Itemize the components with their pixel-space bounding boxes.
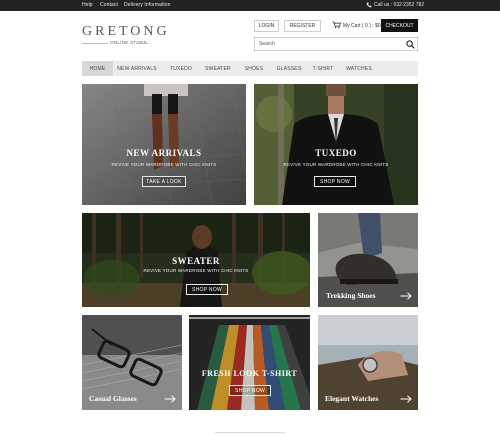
nav-item-watches[interactable]: WATCHES bbox=[342, 61, 376, 76]
elegant-watches-label: Elegant Watches bbox=[325, 394, 379, 403]
take-a-look-button[interactable]: TAKE A LOOK bbox=[142, 176, 186, 187]
search-bar bbox=[254, 37, 418, 51]
tuxedo-shop-now-button[interactable]: SHOP NOW bbox=[314, 176, 356, 187]
t-shirt-shop-now-button[interactable]: SHOP NOW bbox=[229, 385, 271, 396]
new-arrivals-banner[interactable]: NEW ARRIVALS REVIVE YOUR WARDROBE WITH C… bbox=[82, 84, 246, 205]
new-arrivals-subtitle: REVIVE YOUR WARDROBE WITH CHIC KNITS bbox=[111, 162, 217, 167]
help-link[interactable]: Help bbox=[82, 2, 93, 8]
elegant-watches-tile[interactable]: Elegant Watches bbox=[318, 315, 418, 410]
phone-number: Call us : 032 2352 782 bbox=[374, 2, 425, 8]
phone-icon bbox=[366, 2, 372, 8]
logo[interactable]: GRETONG bbox=[82, 24, 170, 40]
arrow-right-icon[interactable] bbox=[164, 395, 176, 403]
search-icon[interactable] bbox=[406, 40, 415, 49]
logo-divider-left bbox=[82, 43, 108, 44]
main-nav: HOME NEW ARRIVALS TUXEDO SWEATER SHOES G… bbox=[82, 61, 418, 76]
fresh-look-t-shirt-banner[interactable]: FRESH LOOK T-SHIRT SHOP NOW bbox=[189, 315, 310, 410]
arrow-right-icon[interactable] bbox=[400, 395, 412, 403]
footer-divider bbox=[215, 432, 285, 433]
cart-summary[interactable]: My Cart ( 0 ) : $0 bbox=[343, 23, 381, 29]
sweater-banner[interactable]: SWEATER REVIVE YOUR WARDROBE WITH CHIC K… bbox=[82, 213, 310, 307]
contact-link[interactable]: Contact bbox=[100, 2, 118, 8]
sweater-subtitle: REVIVE YOUR WARDROBE WITH CHIC KNITS bbox=[143, 268, 249, 273]
nav-item-t-shirt[interactable]: T-SHIRT bbox=[308, 61, 338, 76]
arrow-right-icon[interactable] bbox=[400, 292, 412, 300]
nav-item-new-arrivals[interactable]: NEW ARRIVALS bbox=[116, 61, 158, 76]
delivery-information-link[interactable]: Delivery Information bbox=[124, 2, 170, 8]
nav-item-tuxedo[interactable]: TUXEDO bbox=[166, 61, 196, 76]
trekking-shoes-label: Trekking Shoes bbox=[326, 291, 376, 300]
nav-item-sweater[interactable]: SWEATER bbox=[202, 61, 234, 76]
casual-glasses-label: Casual Glasses bbox=[89, 394, 137, 403]
nav-item-home[interactable]: HOME bbox=[82, 61, 113, 76]
tuxedo-subtitle: REVIVE YOUR WARDROBE WITH CHIC KNITS bbox=[283, 162, 389, 167]
sweater-title: SWEATER bbox=[172, 256, 220, 266]
nav-item-glasses[interactable]: GLASSES bbox=[274, 61, 304, 76]
tuxedo-title: TUXEDO bbox=[315, 148, 357, 158]
top-bar: Help Contact Delivery Information Call u… bbox=[0, 0, 500, 11]
trekking-shoes-tile[interactable]: Trekking Shoes bbox=[318, 213, 418, 307]
login-button[interactable]: LOGIN bbox=[254, 20, 279, 32]
new-arrivals-title: NEW ARRIVALS bbox=[126, 148, 202, 158]
nav-item-shoes[interactable]: SHOES bbox=[240, 61, 268, 76]
sweater-shop-now-button[interactable]: SHOP NOW bbox=[186, 284, 228, 295]
register-button[interactable]: REGISTER bbox=[284, 20, 321, 32]
checkout-button[interactable]: CHECKOUT bbox=[381, 19, 418, 32]
tuxedo-banner[interactable]: TUXEDO REVIVE YOUR WARDROBE WITH CHIC KN… bbox=[254, 84, 418, 205]
cart-icon[interactable] bbox=[332, 21, 341, 29]
logo-divider-right bbox=[136, 43, 148, 44]
casual-glasses-tile[interactable]: Casual Glasses bbox=[82, 315, 182, 410]
t-shirt-title: FRESH LOOK T-SHIRT bbox=[201, 369, 298, 378]
search-input[interactable] bbox=[259, 39, 399, 49]
